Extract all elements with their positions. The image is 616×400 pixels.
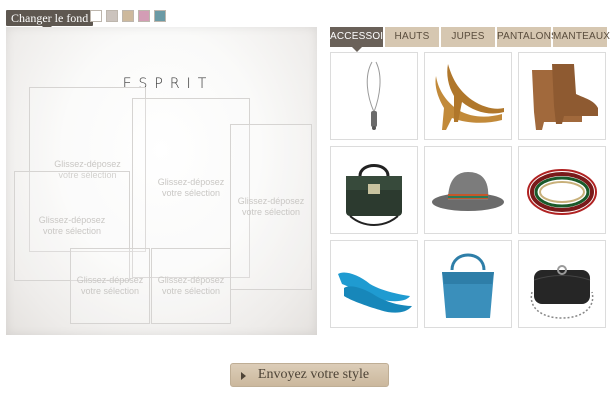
swatch-white[interactable] bbox=[90, 10, 102, 22]
drop-zone-text: Glissez-déposez votre sélection bbox=[157, 275, 225, 296]
tab-manteaux[interactable]: MANTEAUX bbox=[553, 27, 610, 47]
product-tile[interactable] bbox=[518, 52, 606, 140]
tab-jupes[interactable]: JUPES bbox=[441, 27, 496, 47]
flat-shoe-icon bbox=[338, 272, 412, 313]
satchel-icon bbox=[346, 164, 402, 226]
drop-zone-text: Glissez-déposez votre sélection bbox=[76, 275, 144, 296]
drop-zone-text: Glissez-déposez votre sélection bbox=[157, 177, 225, 198]
product-tile[interactable] bbox=[424, 146, 512, 234]
product-tile[interactable] bbox=[330, 52, 418, 140]
play-arrow-icon bbox=[241, 372, 246, 380]
necklace-icon bbox=[366, 61, 381, 130]
tab-accessoires[interactable]: ACCESSOIRES bbox=[330, 27, 404, 52]
swatch-beige[interactable] bbox=[122, 10, 134, 22]
style-canvas: ESPRIT Glissez-déposez votre sélection G… bbox=[6, 27, 317, 335]
drop-zone-3[interactable]: Glissez-déposez votre sélection bbox=[230, 124, 312, 290]
bracelet-icon bbox=[527, 169, 597, 215]
drop-zone-text: Glissez-déposez votre sélection bbox=[237, 196, 305, 217]
product-tile[interactable] bbox=[518, 146, 606, 234]
change-background-label: Changer le fond bbox=[6, 10, 94, 31]
clutch-icon bbox=[530, 265, 594, 319]
handbag-icon bbox=[442, 253, 494, 318]
swatch-teal[interactable] bbox=[154, 10, 166, 22]
drop-zone-5[interactable]: Glissez-déposez votre sélection bbox=[70, 248, 150, 324]
drop-zone-6[interactable]: Glissez-déposez votre sélection bbox=[151, 248, 231, 324]
swatch-pink[interactable] bbox=[138, 10, 150, 22]
drop-zone-text: Glissez-déposez votre sélection bbox=[38, 215, 106, 236]
product-tile[interactable] bbox=[424, 52, 512, 140]
product-tile[interactable] bbox=[518, 240, 606, 328]
ankle-boot-icon bbox=[532, 64, 598, 130]
product-tile[interactable] bbox=[424, 240, 512, 328]
send-style-label: Envoyez votre style bbox=[257, 367, 370, 382]
fedora-icon bbox=[432, 172, 504, 211]
swatch-grey[interactable] bbox=[106, 10, 118, 22]
tab-pantalons[interactable]: PANTALONS bbox=[497, 27, 558, 47]
product-tile[interactable] bbox=[330, 240, 418, 328]
tab-hauts[interactable]: HAUTS bbox=[385, 27, 440, 47]
background-swatches bbox=[90, 10, 166, 22]
high-heel-icon bbox=[435, 64, 504, 130]
product-tile[interactable] bbox=[330, 146, 418, 234]
send-style-button[interactable]: Envoyez votre style bbox=[230, 363, 389, 387]
